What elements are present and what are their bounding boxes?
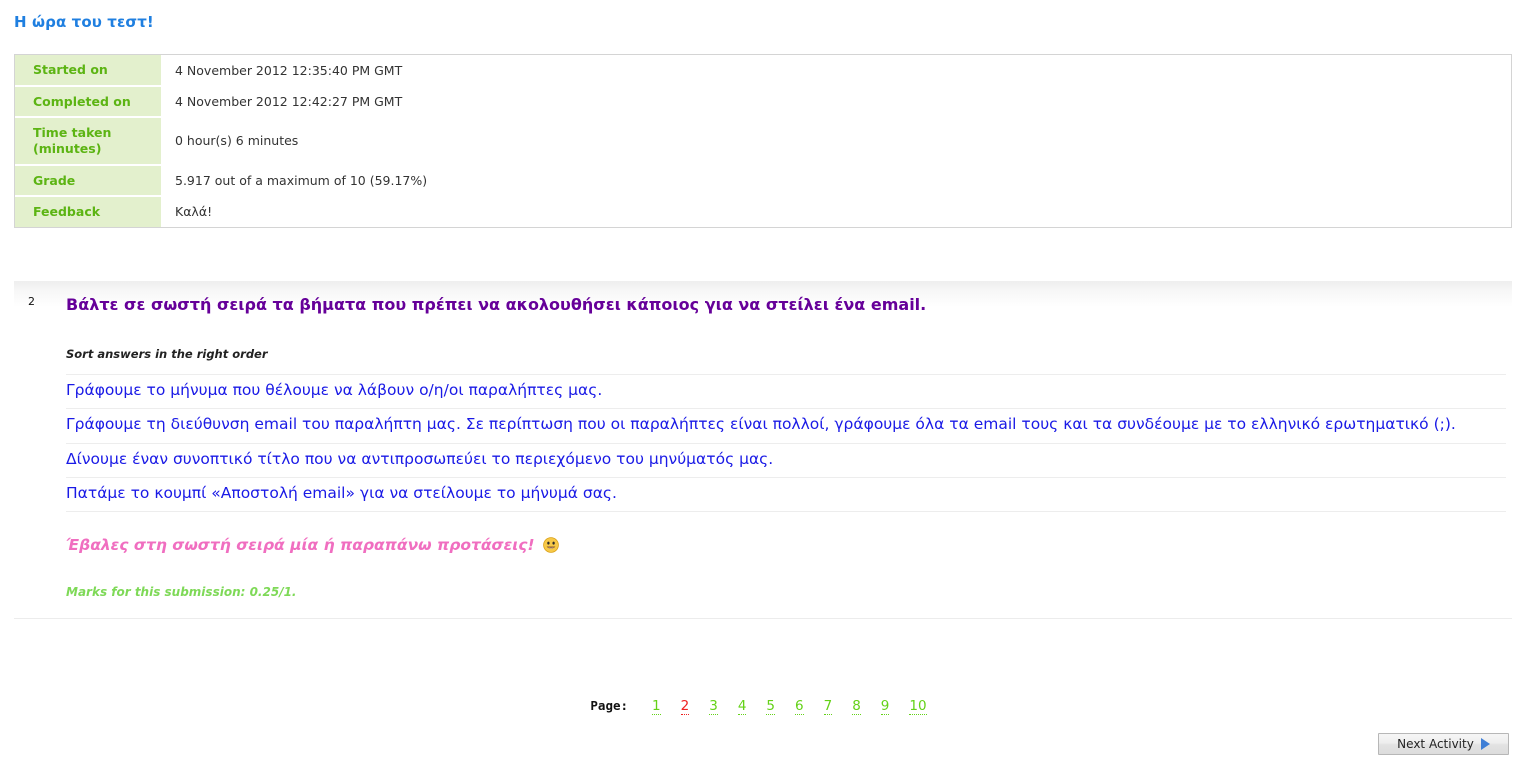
question-divider (14, 618, 1512, 620)
summary-row: Grade 5.917 out of a maximum of 10 (59.17… (15, 164, 1511, 198)
quiz-review-page: Η ώρα του τεστ! Started on 4 November 201… (0, 0, 1527, 778)
summary-row-label: Grade (15, 164, 161, 198)
summary-row-value: 5.917 out of a maximum of 10 (59.17%) (161, 164, 1511, 197)
answer-row[interactable]: Πατάμε το κουμπί «Αποστολή email» για να… (66, 478, 1506, 512)
summary-row-label: Time taken (minutes) (15, 117, 161, 166)
pagination-link-8[interactable]: 8 (852, 698, 861, 715)
answer-row[interactable]: Δίνουμε έναν συνοπτικό τίτλο που να αντι… (66, 444, 1506, 478)
question-number: 2 (28, 295, 35, 308)
summary-row: Completed on 4 November 2012 12:42:27 PM … (15, 85, 1511, 119)
pagination-link-7[interactable]: 7 (823, 698, 833, 715)
pagination-link-9[interactable]: 9 (880, 698, 890, 715)
summary-row: Feedback Καλά! (15, 196, 1511, 227)
summary-row-label: Completed on (15, 85, 161, 119)
summary-row-value: Καλά! (161, 196, 1511, 227)
smiley-face-icon (543, 537, 559, 553)
attempt-summary-table: Started on 4 November 2012 12:35:40 PM GM… (14, 54, 1512, 228)
pagination-link-3[interactable]: 3 (709, 698, 718, 715)
arrow-right-icon (1480, 738, 1490, 750)
question-instruction: Sort answers in the right order (66, 347, 268, 361)
summary-row-label: Started on (15, 55, 161, 87)
pagination-link-10[interactable]: 10 (909, 698, 927, 715)
answer-row[interactable]: Γράφουμε τη διεύθυνση email του παραλήπτ… (66, 409, 1506, 444)
answer-row[interactable]: Γράφουμε το μήνυμα που θέλουμε να λάβουν… (66, 374, 1506, 410)
pagination-link-2[interactable]: 2 (680, 698, 690, 715)
summary-row: Time taken (minutes) 0 hour(s) 6 minutes (15, 117, 1511, 166)
next-activity-label: Next Activity (1397, 737, 1474, 751)
question-feedback-text: Έβαλες στη σωστή σειρά μία ή παραπάνω πρ… (66, 536, 535, 554)
question-header: 2 Βάλτε σε σωστή σειρά τα βήματα που πρέ… (14, 281, 1512, 329)
question-text: Βάλτε σε σωστή σειρά τα βήματα που πρέπε… (66, 295, 927, 314)
pagination: Page: 1 2 3 4 5 6 7 8 9 10 (0, 698, 1527, 715)
summary-row-value: 4 November 2012 12:42:27 PM GMT (161, 85, 1511, 118)
page-title: Η ώρα του τεστ! (14, 13, 154, 31)
answers-list: Γράφουμε το μήνυμα που θέλουμε να λάβουν… (66, 374, 1506, 512)
pagination-link-4[interactable]: 4 (737, 698, 747, 715)
summary-row-value: 0 hour(s) 6 minutes (161, 117, 1511, 165)
question-feedback: Έβαλες στη σωστή σειρά μία ή παραπάνω πρ… (66, 535, 1512, 555)
summary-row-label: Feedback (15, 196, 161, 227)
marks-for-submission: Marks for this submission: 0.25/1. (66, 585, 297, 600)
summary-row: Started on 4 November 2012 12:35:40 PM GM… (15, 55, 1511, 87)
pagination-link-1[interactable]: 1 (652, 698, 661, 715)
summary-row-value: 4 November 2012 12:35:40 PM GMT (161, 55, 1511, 86)
next-activity-button[interactable]: Next Activity (1378, 733, 1509, 755)
pagination-label: Page: (590, 698, 629, 713)
question-block: 2 Βάλτε σε σωστή σειρά τα βήματα που πρέ… (14, 281, 1512, 620)
pagination-link-6[interactable]: 6 (795, 698, 804, 715)
pagination-link-5[interactable]: 5 (766, 698, 776, 715)
